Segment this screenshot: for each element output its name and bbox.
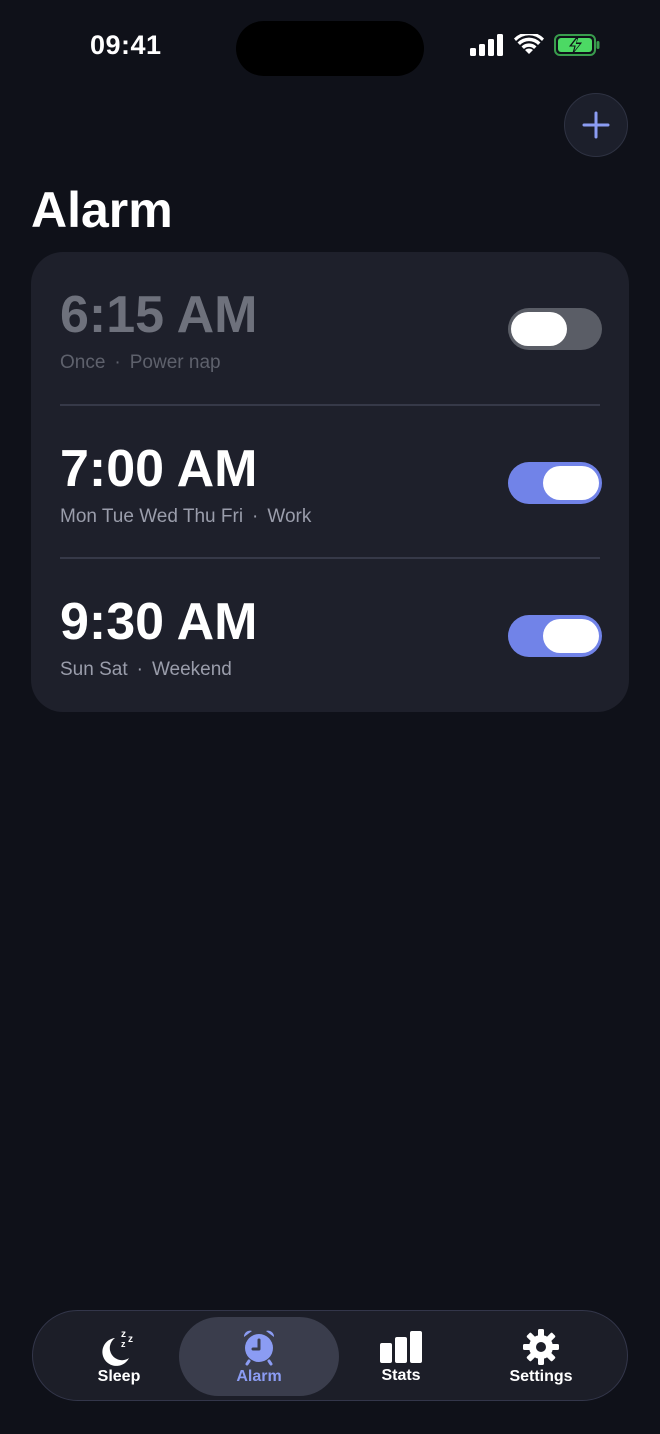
tab-label: Stats: [381, 1366, 421, 1384]
alarm-days: Once: [60, 352, 106, 373]
gear-icon: [523, 1328, 559, 1365]
tab-stats[interactable]: Stats: [331, 1317, 471, 1396]
alarm-time: 6:15 AM: [60, 286, 258, 344]
cellular-signal-icon: [470, 34, 503, 56]
toggle-knob: [511, 312, 567, 346]
alarm-label: Power nap: [129, 352, 221, 373]
alarm-list: 6:15 AM Once · Power nap 7:00 AM Mon Tue W…: [31, 252, 629, 712]
tab-alarm[interactable]: Alarm: [179, 1317, 339, 1396]
svg-text:z: z: [121, 1339, 126, 1349]
alarm-toggle[interactable]: [508, 462, 602, 504]
page-title: Alarm: [31, 182, 173, 238]
tab-label: Alarm: [236, 1367, 282, 1385]
alarm-days: Mon Tue Wed Thu Fri: [60, 506, 244, 527]
add-alarm-button[interactable]: [564, 93, 628, 157]
alarm-label: Work: [267, 506, 312, 527]
wifi-icon: [514, 34, 544, 54]
moon-zzz-icon: z z z: [102, 1329, 133, 1366]
tab-label: Settings: [509, 1367, 573, 1385]
toggle-knob: [543, 619, 599, 653]
tab-sleep[interactable]: z z z Sleep: [49, 1317, 189, 1396]
separator-dot: ·: [114, 352, 121, 373]
tab-settings[interactable]: Settings: [471, 1317, 611, 1396]
alarm-row[interactable]: 7:00 AM Mon Tue Wed Thu Fri · Work: [31, 405, 629, 558]
dynamic-island: [236, 21, 424, 76]
alarm-time: 7:00 AM: [60, 440, 258, 498]
alarm-screen: 09:41 Alarm 6:15 AM Once · Power nap 7:0…: [0, 0, 660, 1434]
battery-charging-icon: [554, 34, 600, 56]
alarm-subtitle: Mon Tue Wed Thu Fri · Work: [60, 506, 311, 528]
alarm-clock-icon: [243, 1330, 275, 1365]
alarm-row[interactable]: 9:30 AM Sun Sat · Weekend: [31, 558, 629, 711]
separator-dot: ·: [252, 506, 259, 527]
alarm-subtitle: Once · Power nap: [60, 352, 221, 374]
status-time: 09:41: [90, 30, 162, 60]
bar-chart-icon: [380, 1330, 422, 1363]
alarm-subtitle: Sun Sat · Weekend: [60, 659, 232, 681]
alarm-days: Sun Sat: [60, 659, 128, 680]
alarm-row[interactable]: 6:15 AM Once · Power nap: [31, 252, 629, 405]
svg-text:z: z: [128, 1334, 133, 1345]
plus-icon: [582, 111, 610, 139]
toggle-knob: [543, 466, 599, 500]
alarm-toggle[interactable]: [508, 615, 602, 657]
separator-dot: ·: [136, 659, 143, 680]
alarm-time: 9:30 AM: [60, 593, 258, 651]
tab-label: Sleep: [97, 1367, 141, 1385]
status-icons: [470, 34, 600, 56]
alarm-toggle[interactable]: [508, 308, 602, 350]
alarm-label: Weekend: [151, 659, 232, 680]
tab-bar: z z z Sleep Alarm Stats Settings: [32, 1310, 628, 1401]
